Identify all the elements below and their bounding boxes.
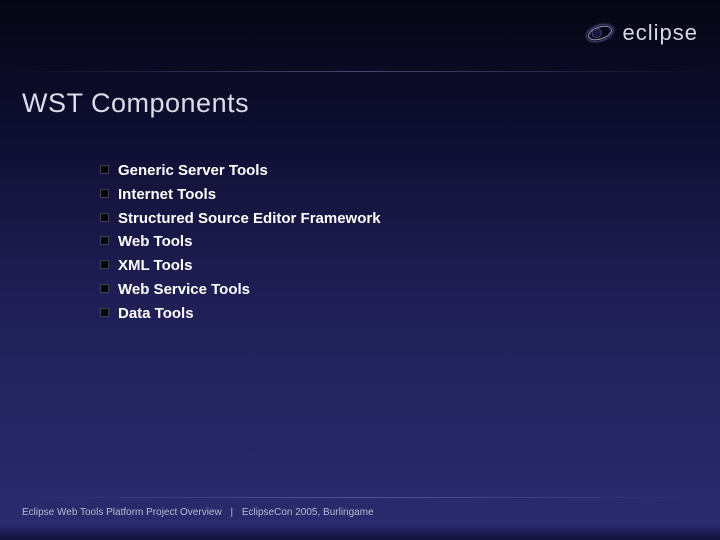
list-item: Data Tools [100, 303, 381, 325]
slide-content: Generic Server Tools Internet Tools Stru… [100, 160, 381, 326]
list-item: Web Tools [100, 231, 381, 253]
bottom-fade [0, 524, 720, 540]
footer-separator: | [230, 507, 233, 518]
footer-left: Eclipse Web Tools Platform Project Overv… [22, 507, 222, 518]
eclipse-swirl-icon [583, 16, 617, 50]
list-item: Internet Tools [100, 184, 381, 206]
slide-title: WST Components [22, 88, 249, 119]
list-item: Generic Server Tools [100, 160, 381, 182]
footer-right: EclipseCon 2005, Burlingame [242, 507, 374, 518]
list-item: Web Service Tools [100, 279, 381, 301]
list-item: XML Tools [100, 255, 381, 277]
eclipse-logo-text: eclipse [623, 20, 698, 46]
header-bar: eclipse [0, 0, 720, 72]
bullet-list: Generic Server Tools Internet Tools Stru… [100, 160, 381, 324]
list-item: Structured Source Editor Framework [100, 208, 381, 230]
eclipse-logo: eclipse [583, 16, 698, 50]
slide-footer: Eclipse Web Tools Platform Project Overv… [22, 507, 698, 518]
